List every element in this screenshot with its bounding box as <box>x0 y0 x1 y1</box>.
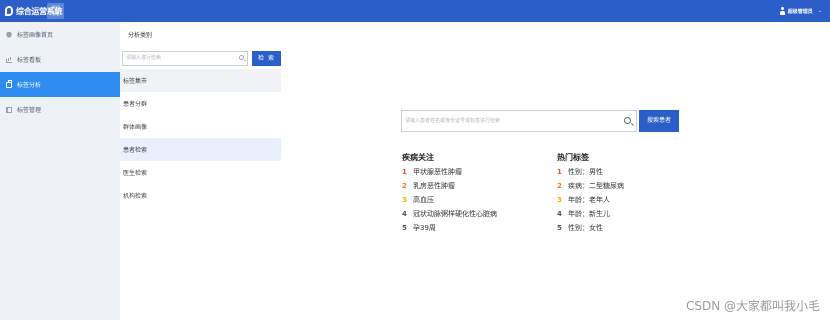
list-item[interactable]: 1 甲状腺恶性肿瘤 <box>402 165 497 179</box>
list-item[interactable]: 5 孕39周 <box>402 221 497 235</box>
category-item-patient-grouping[interactable]: 患者分群 <box>120 92 281 115</box>
user-menu[interactable]: 超级管理员 ⌄ <box>779 4 822 18</box>
rank-number: 5 <box>557 224 562 232</box>
search-patient-button[interactable]: 搜索患者 <box>639 110 679 132</box>
watermark: CSDN @大家都叫我小毛 <box>685 299 820 313</box>
disease-label: 孕39周 <box>413 224 436 232</box>
book-icon <box>6 106 12 113</box>
system-badge: 测试 系统 <box>47 3 64 19</box>
disease-focus-section: 疾病关注 1 甲状腺恶性肿瘤 2 乳房恶性肿瘤 3 高血压 4 冠状动脉粥样硬化… <box>402 152 497 235</box>
sidebar-item-portrait-home[interactable]: 标签画像首页 <box>0 22 120 47</box>
list-item[interactable]: 3 年龄：老年人 <box>557 193 624 207</box>
category-item-group-portrait[interactable]: 群体画像 <box>120 115 281 138</box>
search-icon[interactable] <box>239 55 244 60</box>
list-item[interactable]: 1 性别：男性 <box>557 165 624 179</box>
hot-tags-title: 热门标签 <box>557 153 589 162</box>
panel-title: 分析类别 <box>128 31 153 39</box>
briefcase-icon <box>6 79 12 88</box>
sidebar-item-label: 标签画像首页 <box>17 32 54 39</box>
rank-number: 4 <box>557 210 562 218</box>
rank-number: 3 <box>402 196 407 204</box>
category-item-doctor-search[interactable]: 医生检索 <box>120 161 281 184</box>
disease-label: 甲状腺恶性肿瘤 <box>413 168 462 176</box>
sidebar-item-tag-analysis[interactable]: 标签分析 <box>0 72 120 97</box>
list-item[interactable]: 3 高血压 <box>402 193 497 207</box>
main-content: 请输入患者姓名或身份证号或标签进行检索 搜索患者 疾病关注 1 甲状腺恶性肿瘤 … <box>281 22 830 320</box>
panel-search-input[interactable]: 请输入进行检索 <box>122 51 248 66</box>
sidebar-item-label: 标签管理 <box>17 107 42 114</box>
tag-label: 年龄：老年人 <box>568 196 610 204</box>
search-icon[interactable] <box>624 117 631 124</box>
rank-number: 2 <box>402 182 407 190</box>
user-name: 超级管理员 <box>787 8 813 15</box>
category-list: 标签集市 患者分群 群体画像 患者检索 医生检索 机构检索 <box>120 69 281 207</box>
rank-number: 1 <box>557 168 562 176</box>
panel-search-button[interactable]: 检 索 <box>252 51 281 66</box>
list-item[interactable]: 4 年龄：新生儿 <box>557 207 624 221</box>
hexagon-icon <box>6 31 12 38</box>
rank-number: 3 <box>557 196 562 204</box>
list-item[interactable]: 4 冠状动脉粥样硬化性心脏病 <box>402 207 497 221</box>
chevron-down-icon[interactable]: ⌄ <box>818 8 822 14</box>
tag-label: 疾病：二型糖尿病 <box>568 182 624 190</box>
tag-label: 年龄：新生儿 <box>568 210 610 218</box>
disease-focus-title: 疾病关注 <box>402 153 434 162</box>
category-item-tag-market[interactable]: 标签集市 <box>120 69 281 92</box>
rank-number: 2 <box>557 182 562 190</box>
badge-line-2: 系统 <box>51 11 60 16</box>
top-header: 综合运营系统 测试 系统 超级管理员 ⌄ <box>0 0 830 22</box>
sidebar-item-tag-management[interactable]: 标签管理 <box>0 97 120 122</box>
list-item[interactable]: 2 疾病：二型糖尿病 <box>557 179 624 193</box>
category-item-patient-search[interactable]: 患者检索 <box>120 138 281 161</box>
disease-label: 乳房恶性肿瘤 <box>413 182 455 190</box>
list-item[interactable]: 2 乳房恶性肿瘤 <box>402 179 497 193</box>
rank-number: 1 <box>402 168 407 176</box>
search-placeholder: 请输入患者姓名或身份证号或标签进行检索 <box>405 118 501 124</box>
list-item[interactable]: 5 性别：女性 <box>557 221 624 235</box>
disease-label: 高血压 <box>413 196 434 204</box>
disease-label: 冠状动脉粥样硬化性心脏病 <box>413 210 497 218</box>
hot-tags-section: 热门标签 1 性别：男性 2 疾病：二型糖尿病 3 年龄：老年人 4 年龄：新生… <box>557 152 624 235</box>
sidebar-item-tag-dashboard[interactable]: 标签看板 <box>0 47 120 72</box>
patient-search-input[interactable]: 请输入患者姓名或身份证号或标签进行检索 <box>401 110 637 132</box>
user-icon <box>779 6 785 16</box>
sidebar-item-label: 标签分析 <box>17 82 42 89</box>
rank-number: 5 <box>402 224 407 232</box>
logo-icon <box>5 6 13 16</box>
tag-label: 性别：男性 <box>568 168 603 176</box>
sidebar-item-label: 标签看板 <box>17 57 42 64</box>
category-item-institution-search[interactable]: 机构检索 <box>120 184 281 207</box>
rank-number: 4 <box>402 210 407 218</box>
sidebar: 标签画像首页 标签看板 标签分析 标签管理 <box>0 22 120 320</box>
bar-chart-icon <box>6 57 12 63</box>
analysis-category-panel: 分析类别 请输入进行检索 检 索 标签集市 患者分群 群体画像 患者检索 医生检… <box>120 22 281 320</box>
tag-label: 性别：女性 <box>568 224 603 232</box>
